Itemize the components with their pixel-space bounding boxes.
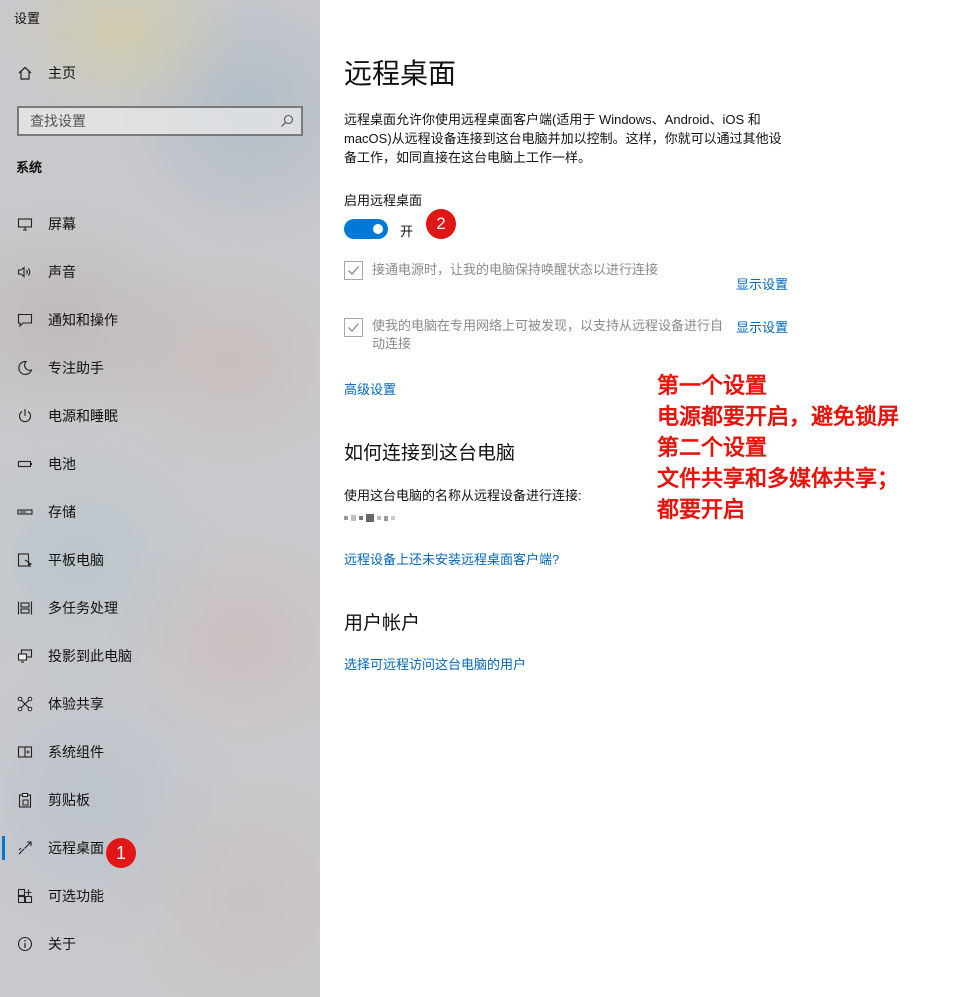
sidebar-item-label: 电源和睡眠 <box>48 408 118 424</box>
sidebar-item-label: 投影到此电脑 <box>48 648 132 664</box>
sidebar-item-system-components[interactable]: 系统组件 <box>0 732 320 772</box>
clipboard-icon <box>16 791 34 809</box>
keep-awake-text: 接通电源时，让我的电脑保持唤醒状态以进行连接 <box>372 262 659 277</box>
discoverable-text: 使我的电脑在专用网络上可被发现，以支持从远程设备进行自动连接 <box>372 318 724 351</box>
sidebar-item-label: 剪贴板 <box>48 792 90 808</box>
page-description: 远程桌面允许你使用远程桌面客户端(适用于 Windows、Android、iOS… <box>344 112 782 165</box>
sidebar-item-label: 通知和操作 <box>48 312 118 328</box>
connect-heading: 如何连接到这台电脑 <box>344 443 516 464</box>
enable-remote-desktop-toggle[interactable] <box>344 219 388 239</box>
step-2-badge: 2 <box>426 209 456 239</box>
sidebar-item-label: 声音 <box>48 264 76 280</box>
moon-icon <box>16 359 34 377</box>
install-client-link[interactable]: 远程设备上还未安装远程桌面客户端? <box>344 549 559 568</box>
toggle-label: 启用远程桌面 <box>344 193 423 208</box>
sidebar-item-storage[interactable]: 存储 <box>0 492 320 532</box>
discoverable-checkbox[interactable] <box>344 318 363 337</box>
home-icon <box>16 64 34 82</box>
search-box[interactable] <box>17 106 303 136</box>
sidebar-item-label: 多任务处理 <box>48 600 118 616</box>
annotation-line: 文件共享和多媒体共享； <box>657 466 900 491</box>
multitask-icon <box>16 599 34 617</box>
annotation-text: 第一个设置 电源都要开启，避免锁屏 第二个设置 文件共享和多媒体共享； 都要开启 <box>657 370 899 525</box>
sidebar-item-label: 体验共享 <box>48 696 104 712</box>
optional-features-icon <box>16 887 34 905</box>
message-icon <box>16 311 34 329</box>
home-nav-item[interactable]: 主页 <box>0 53 320 93</box>
sidebar-item-label: 电池 <box>48 456 76 472</box>
home-label: 主页 <box>48 65 76 81</box>
step-1-badge: 1 <box>106 838 136 868</box>
share-icon <box>16 695 34 713</box>
annotation-line: 第二个设置 <box>657 435 768 460</box>
annotation-line: 都要开启 <box>657 497 746 522</box>
sidebar-item-label: 远程桌面 <box>48 840 104 856</box>
section-title: 系统 <box>16 160 43 175</box>
sidebar: 设置 主页 系统 屏幕 声音 通知和操作 专注助手 电源和睡眠 电池 <box>0 0 320 997</box>
show-settings-link-2[interactable]: 显示设置 <box>736 317 788 336</box>
toggle-state-text: 开 <box>400 224 414 239</box>
sidebar-item-notifications[interactable]: 通知和操作 <box>0 300 320 340</box>
accounts-heading: 用户帐户 <box>344 613 421 634</box>
sidebar-item-focus-assist[interactable]: 专注助手 <box>0 348 320 388</box>
sidebar-item-label: 系统组件 <box>48 744 104 760</box>
pc-name-redacted <box>344 514 395 522</box>
sidebar-item-label: 平板电脑 <box>48 552 104 568</box>
page-title: 远程桌面 <box>344 58 457 89</box>
sidebar-item-optional-features[interactable]: 可选功能 <box>0 876 320 916</box>
connect-text: 使用这台电脑的名称从远程设备进行连接: <box>344 488 582 503</box>
search-input[interactable] <box>28 112 272 130</box>
sidebar-item-clipboard[interactable]: 剪贴板 <box>0 780 320 820</box>
power-icon <box>16 407 34 425</box>
sidebar-item-power[interactable]: 电源和睡眠 <box>0 396 320 436</box>
select-users-link[interactable]: 选择可远程访问这台电脑的用户 <box>344 654 526 673</box>
sidebar-item-display[interactable]: 屏幕 <box>0 204 320 244</box>
remote-desktop-icon <box>16 839 34 857</box>
info-icon <box>16 935 34 953</box>
sidebar-item-label: 存储 <box>48 504 76 520</box>
project-icon <box>16 647 34 665</box>
sidebar-item-label: 可选功能 <box>48 888 104 904</box>
sidebar-item-label: 专注助手 <box>48 360 104 376</box>
speaker-icon <box>16 263 34 281</box>
sidebar-item-tablet[interactable]: 平板电脑 <box>0 540 320 580</box>
main-content: 远程桌面 远程桌面允许你使用远程桌面客户端(适用于 Windows、Androi… <box>320 0 955 997</box>
show-settings-link-1[interactable]: 显示设置 <box>736 274 788 293</box>
display-icon <box>16 215 34 233</box>
toggle-knob <box>373 224 383 234</box>
checkmark-icon <box>348 266 359 275</box>
components-icon <box>16 743 34 761</box>
sidebar-item-multitasking[interactable]: 多任务处理 <box>0 588 320 628</box>
annotation-line: 电源都要开启，避免锁屏 <box>657 404 900 429</box>
advanced-settings-link[interactable]: 高级设置 <box>344 379 396 398</box>
app-title: 设置 <box>14 11 41 26</box>
sidebar-item-battery[interactable]: 电池 <box>0 444 320 484</box>
keep-awake-checkbox[interactable] <box>344 261 363 280</box>
search-icon[interactable] <box>280 114 294 128</box>
sidebar-item-label: 关于 <box>48 936 76 952</box>
sidebar-item-remote-desktop[interactable]: 远程桌面 <box>0 828 320 868</box>
sidebar-item-shared-experiences[interactable]: 体验共享 <box>0 684 320 724</box>
sidebar-item-about[interactable]: 关于 <box>0 924 320 964</box>
checkmark-icon <box>348 323 359 332</box>
battery-icon <box>16 455 34 473</box>
sidebar-item-sound[interactable]: 声音 <box>0 252 320 292</box>
sidebar-item-projecting[interactable]: 投影到此电脑 <box>0 636 320 676</box>
storage-icon <box>16 503 34 521</box>
tablet-icon <box>16 551 34 569</box>
sidebar-item-label: 屏幕 <box>48 216 76 232</box>
annotation-line: 第一个设置 <box>657 373 768 398</box>
